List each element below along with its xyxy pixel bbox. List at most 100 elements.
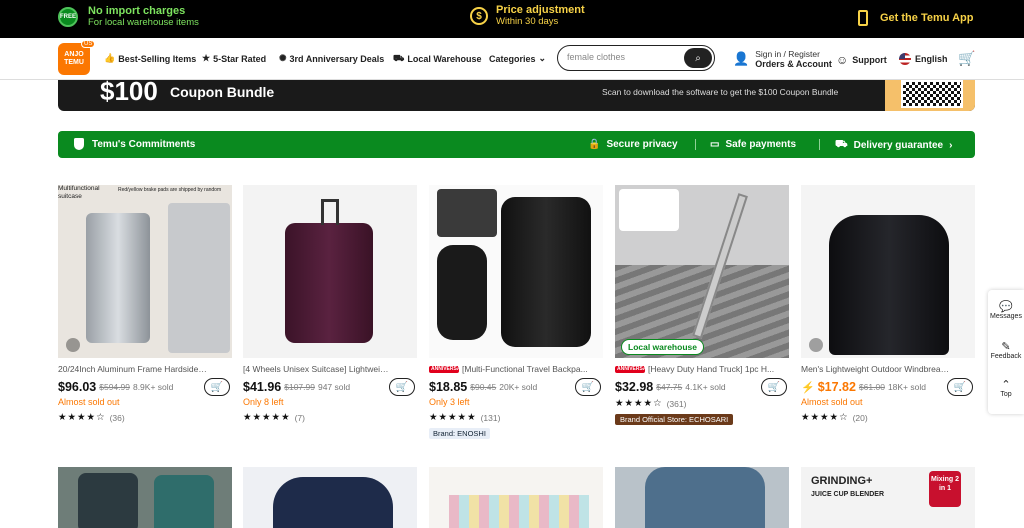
star-rating: ★★★★☆ <box>58 412 106 423</box>
cart-plus-icon: 🛒 <box>395 381 409 393</box>
commitment-label: Safe payments <box>725 139 797 150</box>
back-to-top-button[interactable]: ⌃ Top <box>988 378 1024 398</box>
coupon-amount: $100 <box>100 80 158 106</box>
get-app-link[interactable]: Get the Temu App <box>858 10 974 26</box>
lightning-icon: ⚡ <box>801 381 815 394</box>
product-image[interactable]: Local warehouse <box>615 185 789 358</box>
product-image[interactable]: Multifunctional suitcase Red/yellow brak… <box>58 185 232 358</box>
sling-bag-shape <box>437 245 487 340</box>
nav-five-star[interactable]: ★ 5-Star Rated <box>202 53 266 64</box>
nav-label: Categories <box>489 53 536 64</box>
price-adjust-subtitle: Within 30 days <box>496 16 559 27</box>
product-card[interactable]: Multifunctional suitcase Red/yellow brak… <box>58 185 232 423</box>
account-menu[interactable]: 👤 Sign in / Register Orders & Account <box>733 49 832 69</box>
secure-privacy: 🔒 Secure privacy <box>588 139 678 150</box>
commitments-bar[interactable]: Temu's Commitments 🔒 Secure privacy ▭ Sa… <box>58 131 975 158</box>
add-to-cart-button[interactable]: 🛒 <box>204 378 230 396</box>
feedback-button[interactable]: ✎ Feedback <box>988 340 1024 360</box>
suitcase-shape <box>86 213 150 343</box>
nav-label: 3rd Anniversary Deals <box>289 53 385 64</box>
rating: ★★★★☆ (361) <box>615 398 789 409</box>
cart-plus-icon: 🛒 <box>767 381 781 393</box>
cart-plus-icon: 🛒 <box>953 381 967 393</box>
chevron-down-icon: ⌄ <box>538 53 547 63</box>
product-image[interactable] <box>429 185 603 358</box>
clothing-shape <box>273 477 393 528</box>
product-image[interactable] <box>801 185 975 358</box>
message-icon: 💬 <box>999 301 1013 313</box>
handle-shape <box>321 199 339 225</box>
play-icon[interactable] <box>66 338 80 352</box>
add-to-cart-button[interactable]: 🛒 <box>761 378 787 396</box>
backpack-shape <box>78 473 138 528</box>
product-card[interactable]: Local warehouse ANNIVERSARY DEALS [Heavy… <box>615 185 789 427</box>
backpack-shape <box>501 197 591 347</box>
stock-status: Almost sold out <box>801 397 863 407</box>
search-input[interactable] <box>567 52 682 62</box>
product-image[interactable] <box>615 467 789 528</box>
lock-icon: 🔒 <box>588 139 601 150</box>
search-box: ⌕ <box>557 45 715 71</box>
product-title-row[interactable]: ANNIVERSARY DEALS [Heavy Duty Hand Truck… <box>615 364 785 374</box>
product-price: $18.85 <box>429 380 468 394</box>
product-title[interactable]: Men's Lightweight Outdoor Windbreaker J.… <box>801 364 951 374</box>
inset-shape <box>437 189 497 237</box>
sold-count: 18K+ sold <box>887 382 926 392</box>
add-to-cart-button[interactable]: 🛒 <box>575 378 601 396</box>
price-adjust-title: Price adjustment <box>496 4 585 16</box>
original-price: $594.99 <box>99 382 130 392</box>
nav-best-selling[interactable]: 👍 Best-Selling Items <box>104 53 196 64</box>
coupon-scan-text: Scan to download the software to get the… <box>602 87 839 97</box>
product-image[interactable] <box>429 467 603 528</box>
language-selector[interactable]: English <box>899 53 948 65</box>
language-label: English <box>915 54 948 64</box>
product-image[interactable] <box>243 185 417 358</box>
jacket-shape <box>829 215 949 355</box>
nav-local-warehouse[interactable]: ⛟ Local Warehouse <box>393 53 482 65</box>
nav-label: Local Warehouse <box>407 54 482 64</box>
nav-anniversary-deals[interactable]: ✺ 3rd Anniversary Deals <box>279 53 384 64</box>
image-caption: Multifunctional suitcase <box>58 185 100 200</box>
add-to-cart-button[interactable]: 🛒 <box>389 378 415 396</box>
product-title[interactable]: [4 Wheels Unisex Suitcase] Lightweight O… <box>243 364 393 374</box>
logo-text-top: ANJO <box>64 51 84 58</box>
product-image[interactable] <box>58 467 232 528</box>
shield-icon <box>74 138 84 150</box>
product-card[interactable]: ANNIVERSARY DEALS [Multi-Functional Trav… <box>429 185 603 441</box>
brand-tag[interactable]: Brand: ENOSHI <box>429 428 490 439</box>
main-nav: ANJO TEMU US 👍 Best-Selling Items ★ 5-St… <box>0 38 1024 80</box>
product-title[interactable]: 20/24Inch Aluminum Frame Hardside Spin..… <box>58 364 208 374</box>
price-adjustment-promo[interactable]: $ Price adjustment Within 30 days <box>470 4 585 28</box>
messages-button[interactable]: 💬 Messages <box>988 300 1024 320</box>
cart-plus-icon: 🛒 <box>581 381 595 393</box>
product-title: [Multi-Functional Travel Backpa... <box>462 364 588 374</box>
support-link[interactable]: ☺ Support <box>836 53 887 67</box>
stock-status: Only 3 left <box>429 397 470 407</box>
search-button[interactable]: ⌕ <box>684 48 712 68</box>
import-subtitle: For local warehouse items <box>88 17 199 28</box>
star-rating: ★★★★★ <box>429 412 477 423</box>
play-icon[interactable] <box>809 338 823 352</box>
product-image[interactable] <box>243 467 417 528</box>
nav-label: Best-Selling Items <box>118 53 197 64</box>
user-icon: 👤 <box>733 51 750 66</box>
add-to-cart-button[interactable]: 🛒 <box>947 378 973 396</box>
product-image[interactable]: GRINDING+ JUICE CUP BLENDER Mixing 2 in … <box>801 467 975 528</box>
product-title-row[interactable]: ANNIVERSARY DEALS [Multi-Functional Trav… <box>429 364 599 374</box>
support-icon: ☺ <box>836 53 849 67</box>
sold-count: 947 sold <box>317 382 351 392</box>
search-icon: ⌕ <box>695 52 701 64</box>
official-store-tag[interactable]: Brand Official Store: ECHOSARI <box>615 414 734 425</box>
coupon-banner[interactable]: $100 Coupon Bundle Scan to download the … <box>58 80 975 111</box>
product-card[interactable]: Men's Lightweight Outdoor Windbreaker J.… <box>801 185 975 423</box>
nav-categories[interactable]: Categories ⌄ <box>489 53 546 64</box>
original-price: $61.00 <box>858 382 885 392</box>
top-banner: FREE No import charges For local warehou… <box>0 0 1024 38</box>
import-charges-promo[interactable]: FREE No import charges For local warehou… <box>58 5 199 29</box>
star-rating: ★★★★☆ <box>801 412 849 423</box>
clothing-shape <box>645 467 765 528</box>
product-card[interactable]: [4 Wheels Unisex Suitcase] Lightweight O… <box>243 185 417 423</box>
dollar-icon: $ <box>470 7 488 25</box>
cart-icon[interactable]: 🛒 <box>958 50 975 67</box>
us-flag-icon <box>899 53 911 65</box>
